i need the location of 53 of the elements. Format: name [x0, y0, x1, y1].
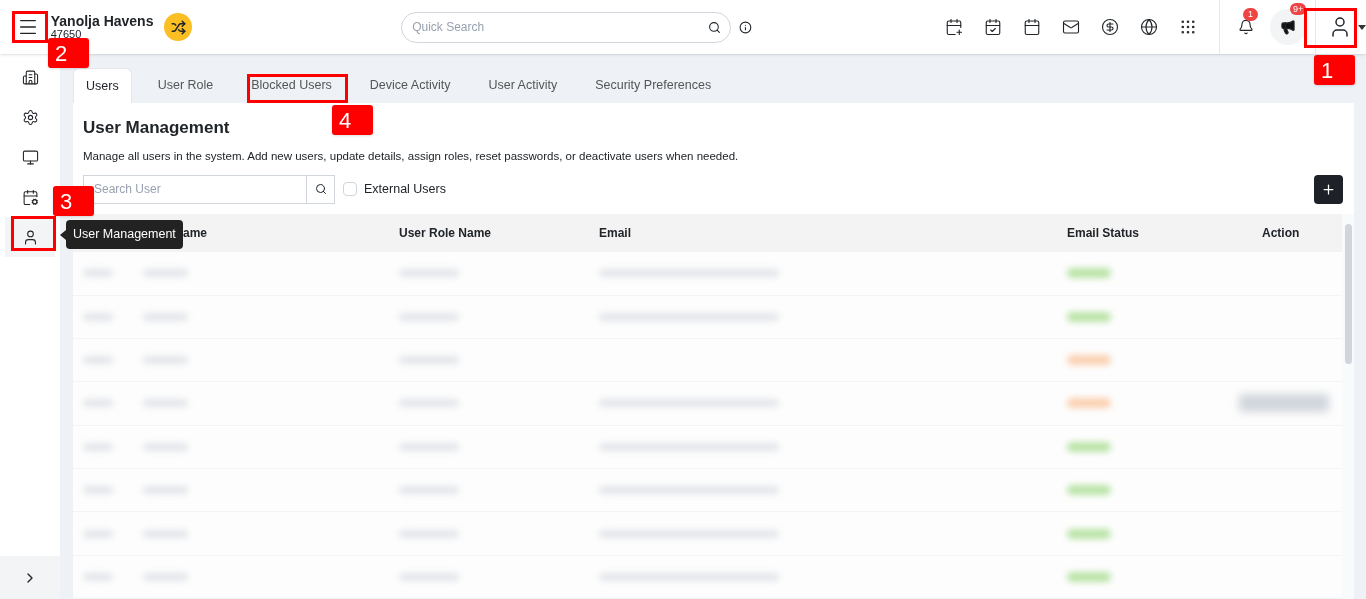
shuffle-icon: [170, 19, 186, 35]
dollar-button[interactable]: [1101, 18, 1119, 36]
calendar-check-button[interactable]: [984, 18, 1002, 36]
tab[interactable]: Security Preferences: [583, 68, 724, 103]
page-title: User Management: [83, 117, 230, 139]
caret-icon: [1358, 24, 1366, 30]
tab[interactable]: User Activity: [476, 68, 570, 103]
add-user-button[interactable]: [1314, 174, 1343, 204]
column-header: Action: [1262, 225, 1300, 240]
scrollbar[interactable]: [1342, 213, 1354, 599]
mail-button[interactable]: [1062, 18, 1080, 36]
property-name: Yanolja Havens: [50, 14, 154, 28]
search-user-field[interactable]: Search User: [83, 174, 307, 204]
page-description: Manage all users in the system. Add new users, update details, assign roles, reset passwords, or deactivate users when needed.: [83, 148, 740, 164]
annotation-number: 2: [48, 38, 89, 68]
search-icon[interactable]: [708, 20, 722, 34]
plus-icon: [1321, 181, 1336, 197]
building-icon: [21, 68, 39, 86]
column-header: ame: [183, 225, 208, 240]
column-header: Email Status: [1067, 225, 1140, 240]
tab[interactable]: Users: [73, 68, 132, 103]
notification-badge: 1: [1243, 8, 1258, 21]
notifications-button[interactable]: [1236, 17, 1256, 37]
external-users-label: External Users: [364, 180, 446, 198]
settings-icon: [21, 108, 39, 126]
annotation-number: 3: [53, 186, 94, 216]
megaphone-icon: [1280, 19, 1296, 35]
search-button[interactable]: [307, 174, 335, 204]
announcement-badge: 9+: [1290, 3, 1307, 15]
apps-grid-button[interactable]: [1179, 18, 1197, 36]
property-id: 47650: [50, 29, 82, 40]
column-header: Email: [599, 225, 631, 240]
globe-button[interactable]: [1140, 18, 1158, 36]
annotation-frame: [12, 11, 48, 43]
calendar-icon: [21, 188, 39, 206]
annotation-number: 1: [1314, 55, 1355, 85]
tab[interactable]: Device Activity: [357, 68, 463, 103]
search-icon: [314, 183, 327, 196]
column-header: User Role Name: [399, 225, 492, 240]
info-icon[interactable]: [739, 20, 752, 34]
switch-property-button[interactable]: [164, 13, 193, 41]
annotation-frame: [11, 216, 56, 251]
tab[interactable]: User Role: [145, 68, 226, 103]
annotation-number: 4: [332, 105, 373, 135]
external-users-checkbox[interactable]: [343, 182, 357, 197]
calendar-plus-button[interactable]: [945, 18, 963, 36]
quick-search-field[interactable]: Quick Search: [401, 11, 732, 43]
tooltip-text: User Management: [73, 226, 176, 244]
monitor-icon: [21, 148, 39, 166]
calendar-button[interactable]: [1023, 18, 1041, 36]
tab[interactable]: Blocked Users: [239, 68, 344, 103]
bell-icon: [1238, 19, 1254, 35]
annotation-frame: [1304, 8, 1357, 48]
